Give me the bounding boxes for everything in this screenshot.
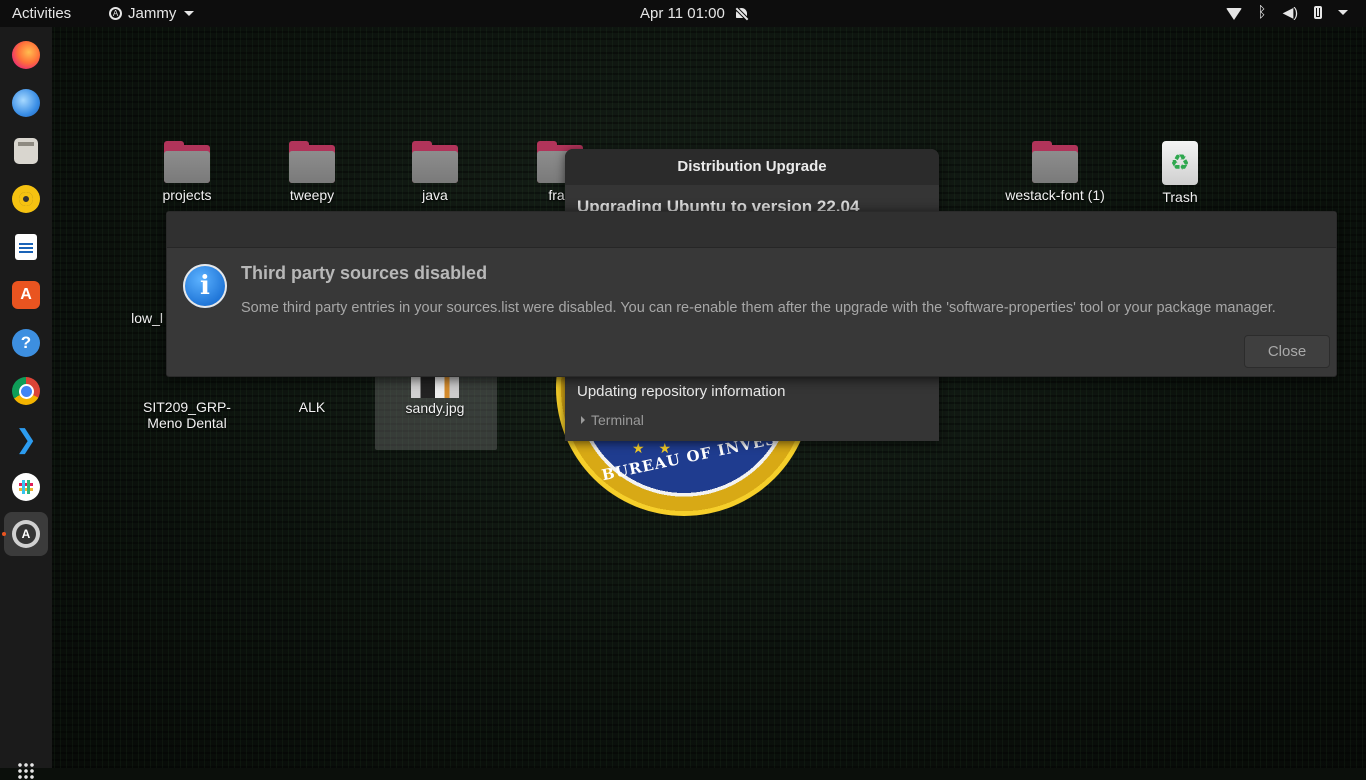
app-menu[interactable]: A Jammy	[109, 5, 195, 22]
recycle-icon: ♻	[1162, 141, 1198, 185]
system-tray[interactable]: ᛒ ◀)	[1225, 4, 1348, 21]
desktop-folder-java[interactable]: java	[380, 141, 490, 203]
writer-icon	[15, 234, 37, 260]
desktop-icon-label: projects	[162, 187, 212, 203]
folder-icon	[1032, 141, 1078, 183]
window-title: Distribution Upgrade	[565, 149, 939, 185]
dock-item-vscode[interactable]: ❯	[4, 417, 48, 461]
dock-item-software[interactable]: A	[4, 273, 48, 317]
desktop-icon-label: sandy.jpg	[405, 400, 465, 416]
chevron-right-icon	[581, 416, 585, 424]
desktop-icon-label-line2: Meno Dental	[147, 415, 227, 431]
battery-icon	[1314, 6, 1322, 19]
folder-icon	[164, 141, 210, 183]
desktop-icon-label: westack-font (1)	[1005, 187, 1105, 203]
volume-icon: ◀)	[1282, 4, 1298, 20]
dock-item-firefox[interactable]	[4, 33, 48, 77]
desktop-folder-tweepy[interactable]: tweepy	[257, 141, 367, 203]
third-party-sources-dialog: i Third party sources disabled Some thir…	[166, 211, 1337, 377]
desktop-item-low[interactable]: low_l	[93, 310, 163, 326]
desktop-folder-sit209[interactable]: SIT209_GRP- Meno Dental	[132, 378, 242, 431]
rhythmbox-icon	[12, 185, 40, 213]
terminal-label: Terminal	[591, 412, 644, 428]
dock-item-rhythmbox[interactable]	[4, 177, 48, 221]
desktop-folder-westack-font[interactable]: westack-font (1)	[1000, 141, 1110, 203]
dock-item-files[interactable]	[4, 129, 48, 173]
software-store-icon: A	[12, 281, 40, 309]
notifications-off-icon	[735, 7, 748, 21]
files-icon	[14, 138, 38, 164]
dock: A ? ❯	[0, 27, 52, 780]
clock-button[interactable]: Apr 11 01:00	[640, 5, 748, 22]
software-updater-icon	[12, 520, 40, 548]
upgrade-status: Updating repository information	[577, 383, 786, 400]
desktop-icon-label: java	[422, 187, 448, 203]
thunderbird-icon	[12, 89, 40, 117]
help-icon: ?	[12, 329, 40, 357]
bluetooth-icon: ᛒ	[1257, 4, 1267, 21]
dialog-title: Third party sources disabled	[241, 263, 488, 283]
dock-item-help[interactable]: ?	[4, 321, 48, 365]
slack-icon	[12, 473, 40, 501]
dialog-titlebar	[167, 212, 1336, 248]
info-icon: i	[183, 264, 227, 308]
terminal-expander[interactable]: Terminal	[581, 412, 644, 428]
dock-item-thunderbird[interactable]	[4, 81, 48, 125]
desktop-icon-label: SIT209_GRP-	[143, 399, 231, 415]
desktop-trash[interactable]: ♻ Trash	[1125, 141, 1235, 205]
chrome-icon	[12, 377, 40, 405]
chevron-down-icon	[184, 11, 195, 16]
desktop-folder-projects[interactable]: projects	[132, 141, 242, 203]
show-applications-icon[interactable]	[17, 762, 35, 780]
activities-button[interactable]: Activities	[12, 5, 71, 22]
dock-item-slack[interactable]	[4, 465, 48, 509]
desktop-icon-label: low_l	[131, 310, 163, 326]
dialog-message: Some third party entries in your sources…	[241, 300, 1276, 316]
desktop-icon-label: ALK	[298, 399, 326, 415]
dock-item-software-updater[interactable]	[4, 512, 48, 556]
folder-icon	[289, 141, 335, 183]
running-indicator	[2, 532, 6, 536]
dock-item-chrome[interactable]	[4, 369, 48, 413]
desktop-folder-alk[interactable]: ALK	[257, 378, 367, 415]
top-bar: Activities A Jammy Apr 11 01:00 ᛒ ◀)	[0, 0, 1366, 27]
close-button[interactable]: Close	[1244, 335, 1330, 368]
chevron-down-icon	[1338, 10, 1348, 15]
app-logo-icon: A	[109, 7, 122, 20]
app-menu-label: Jammy	[128, 5, 177, 22]
firefox-icon	[12, 41, 40, 69]
desktop-icon-label: tweepy	[289, 187, 335, 203]
folder-icon	[412, 141, 458, 183]
desktop-icon-label: Trash	[1162, 189, 1198, 205]
wifi-icon	[1225, 7, 1242, 20]
dock-item-writer[interactable]	[4, 225, 48, 269]
clock-label: Apr 11 01:00	[640, 5, 725, 22]
vscode-icon: ❯	[15, 423, 37, 454]
